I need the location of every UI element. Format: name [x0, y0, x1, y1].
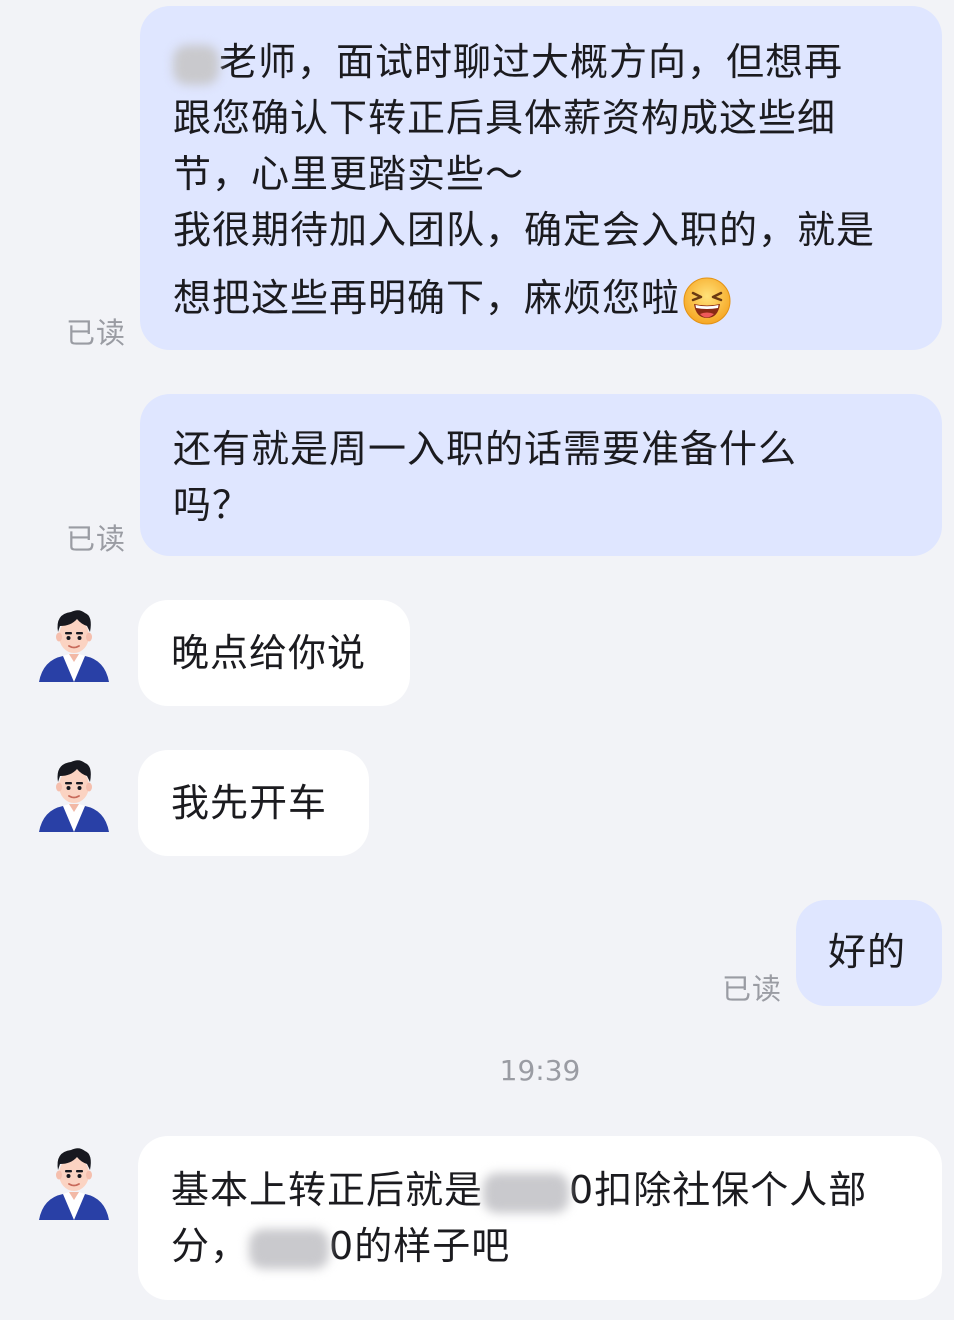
message-text-line: 好的 — [828, 930, 907, 974]
message-text-line: 节，心里更踏实些～ — [173, 152, 525, 196]
message-text-line: 某老师，面试时聊过大概方向，但想再 — [173, 34, 942, 90]
read-receipt: 已读 — [66, 522, 127, 556]
message-bubble-outgoing[interactable]: 还有就是周一入职的话需要准备什么 吗？ — [140, 394, 942, 556]
redacted-amount: 4000 — [483, 1172, 570, 1213]
message-text-line: 晚点给你说 — [171, 631, 367, 675]
message-text-line: 分，37000的样子吧 — [171, 1224, 511, 1269]
man-avatar-icon — [39, 1148, 109, 1220]
read-receipt: 已读 — [722, 972, 783, 1006]
redacted-name: 某 — [173, 44, 219, 85]
message-text-line: 跟您确认下转正后具体薪资构成这些细 — [173, 96, 837, 140]
message-bubble-outgoing[interactable]: 好的 — [796, 900, 942, 1006]
message-text-line: 吗？ — [173, 483, 252, 527]
man-avatar-icon — [39, 760, 109, 832]
man-avatar-icon — [39, 610, 109, 682]
contact-avatar[interactable] — [33, 752, 115, 834]
message-text-line: 我先开车 — [171, 781, 328, 825]
read-receipt: 已读 — [66, 316, 127, 350]
message-text-line: 我很期待加入团队，确定会入职的，就是 — [173, 208, 876, 252]
timestamp: 19:39 — [499, 1054, 581, 1087]
contact-avatar[interactable] — [33, 1140, 115, 1222]
message-bubble-outgoing[interactable]: 某老师，面试时聊过大概方向，但想再 跟您确认下转正后具体薪资构成这些细 节，心里… — [140, 6, 942, 350]
message-text-line: 想把这些再明确下，麻烦您啦 — [173, 270, 942, 326]
message-bubble-incoming[interactable]: 我先开车 — [138, 750, 369, 856]
grinning-squint-face-icon — [683, 277, 731, 324]
redacted-amount: 3700 — [249, 1228, 330, 1269]
contact-avatar[interactable] — [33, 602, 115, 684]
message-bubble-incoming[interactable]: 基本上转正后就是40000扣除社保个人部 分，37000的样子吧 — [138, 1136, 942, 1300]
message-text-line: 还有就是周一入职的话需要准备什么 — [173, 427, 798, 471]
message-bubble-incoming[interactable]: 晚点给你说 — [138, 600, 410, 706]
message-text-line: 基本上转正后就是40000扣除社保个人部 — [171, 1168, 868, 1213]
